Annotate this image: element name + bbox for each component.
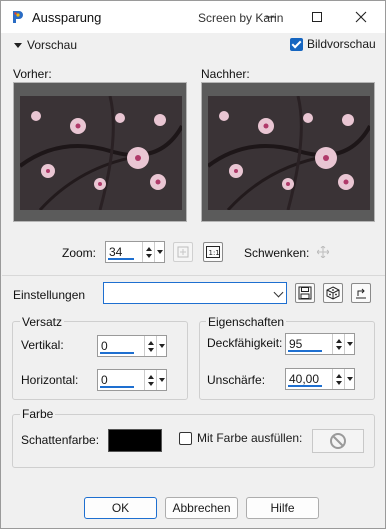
stepper-up-icon xyxy=(145,246,152,251)
zoom-value: 34 xyxy=(109,245,123,259)
chevron-down-icon xyxy=(346,342,353,346)
properties-group-title: Eigenschaften xyxy=(206,315,287,329)
stepper-up-icon xyxy=(147,374,154,379)
opacity-dropdown[interactable] xyxy=(344,334,354,354)
close-button[interactable] xyxy=(341,1,381,33)
blur-dropdown[interactable] xyxy=(344,369,354,389)
chevron-down-icon xyxy=(346,377,353,381)
fill-color-check-box[interactable] xyxy=(179,431,192,445)
zoom-fit-icon xyxy=(177,246,189,258)
zoom-label: Zoom: xyxy=(62,246,97,260)
opacity-label: Deckfähigkeit: xyxy=(207,336,283,350)
opacity-stepper[interactable] xyxy=(332,334,344,354)
live-preview-label: Bildvorschau xyxy=(307,37,376,51)
chevron-down-icon xyxy=(156,250,163,254)
before-label: Vorher: xyxy=(13,67,52,81)
horizontal-label: Horizontal: xyxy=(21,373,79,387)
horizontal-value: 0 xyxy=(101,373,108,387)
minimize-button[interactable] xyxy=(251,1,291,33)
blur-stepper[interactable] xyxy=(332,369,344,389)
vertical-dropdown[interactable] xyxy=(156,336,166,356)
zoom-dropdown[interactable] xyxy=(154,242,164,262)
preview-toggle-label: Vorschau xyxy=(27,38,78,52)
divider xyxy=(2,275,385,276)
chevron-down-icon xyxy=(273,287,284,298)
no-color-icon xyxy=(330,433,346,449)
horizontal-dropdown[interactable] xyxy=(156,370,166,390)
cancel-button[interactable]: Abbrechen xyxy=(165,497,238,519)
vertical-value: 0 xyxy=(101,339,108,353)
save-preset-button[interactable] xyxy=(295,283,315,303)
zoom-fit-button[interactable] xyxy=(173,242,193,262)
stepper-up-icon xyxy=(147,340,154,345)
help-button[interactable]: Hilfe xyxy=(246,497,319,519)
blur-value: 40,00 xyxy=(289,372,320,386)
live-preview-checkbox[interactable]: Bildvorschau xyxy=(290,37,376,51)
maximize-button[interactable] xyxy=(297,1,337,33)
pan-button[interactable] xyxy=(313,242,333,262)
chevron-down-icon xyxy=(14,42,22,48)
shadow-color-swatch[interactable] xyxy=(108,429,162,452)
vertical-input[interactable]: 0 xyxy=(97,335,167,357)
preset-combobox[interactable] xyxy=(103,282,287,304)
blur-input[interactable]: 40,00 xyxy=(285,368,355,390)
horizontal-input[interactable]: 0 xyxy=(97,369,167,391)
window-title: Aussparung xyxy=(32,10,102,25)
maximize-icon xyxy=(312,12,322,22)
after-label: Nachher: xyxy=(201,67,250,81)
vertical-stepper[interactable] xyxy=(144,336,156,356)
ok-button[interactable]: OK xyxy=(84,497,157,519)
reset-icon xyxy=(356,288,366,299)
reset-button[interactable] xyxy=(351,283,371,303)
paint-palette-icon xyxy=(13,11,23,23)
fill-color-checkbox[interactable]: Mit Farbe ausfüllen: xyxy=(179,431,302,445)
dialog-window: Aussparung Screen by Karin Vorschau Bild… xyxy=(0,0,386,529)
after-preview[interactable] xyxy=(201,82,375,222)
chevron-down-icon xyxy=(158,344,165,348)
opacity-value: 95 xyxy=(289,337,303,351)
color-group-title: Farbe xyxy=(20,407,56,421)
offset-group-title: Versatz xyxy=(20,315,65,329)
pan-label: Schwenken: xyxy=(244,246,310,260)
opacity-input[interactable]: 95 xyxy=(285,333,355,355)
minimize-icon xyxy=(266,16,276,18)
stepper-down-icon xyxy=(335,345,342,350)
preview-toggle[interactable]: Vorschau xyxy=(14,38,77,52)
save-icon xyxy=(298,286,312,300)
shadow-color-label: Schattenfarbe: xyxy=(21,433,100,447)
dice-icon xyxy=(326,286,340,300)
zoom-stepper[interactable] xyxy=(142,242,154,262)
stepper-up-icon xyxy=(335,373,342,378)
fill-color-label: Mit Farbe ausfüllen: xyxy=(197,431,303,445)
blur-label: Unschärfe: xyxy=(207,373,266,387)
close-icon xyxy=(355,11,367,23)
before-preview-image xyxy=(20,96,182,210)
settings-label: Einstellungen xyxy=(13,288,86,302)
fill-color-swatch[interactable] xyxy=(312,429,364,453)
horizontal-stepper[interactable] xyxy=(144,370,156,390)
chevron-down-icon xyxy=(158,378,165,382)
svg-text:1:1: 1:1 xyxy=(209,249,220,257)
zoom-input[interactable]: 34 xyxy=(105,241,165,263)
live-preview-check-box[interactable] xyxy=(290,37,303,51)
actual-size-button[interactable]: 1:1 xyxy=(203,242,223,262)
stepper-down-icon xyxy=(335,380,342,385)
stepper-down-icon xyxy=(145,253,152,258)
after-preview-image xyxy=(208,96,370,210)
randomize-button[interactable] xyxy=(323,283,343,303)
vertical-label: Vertikal: xyxy=(21,338,64,352)
stepper-up-icon xyxy=(335,338,342,343)
stepper-down-icon xyxy=(147,347,154,352)
move-icon xyxy=(317,246,329,258)
title-bar[interactable]: Aussparung Screen by Karin xyxy=(1,1,385,33)
stepper-down-icon xyxy=(147,381,154,386)
actual-size-icon: 1:1 xyxy=(206,246,220,258)
before-preview[interactable] xyxy=(13,82,187,222)
